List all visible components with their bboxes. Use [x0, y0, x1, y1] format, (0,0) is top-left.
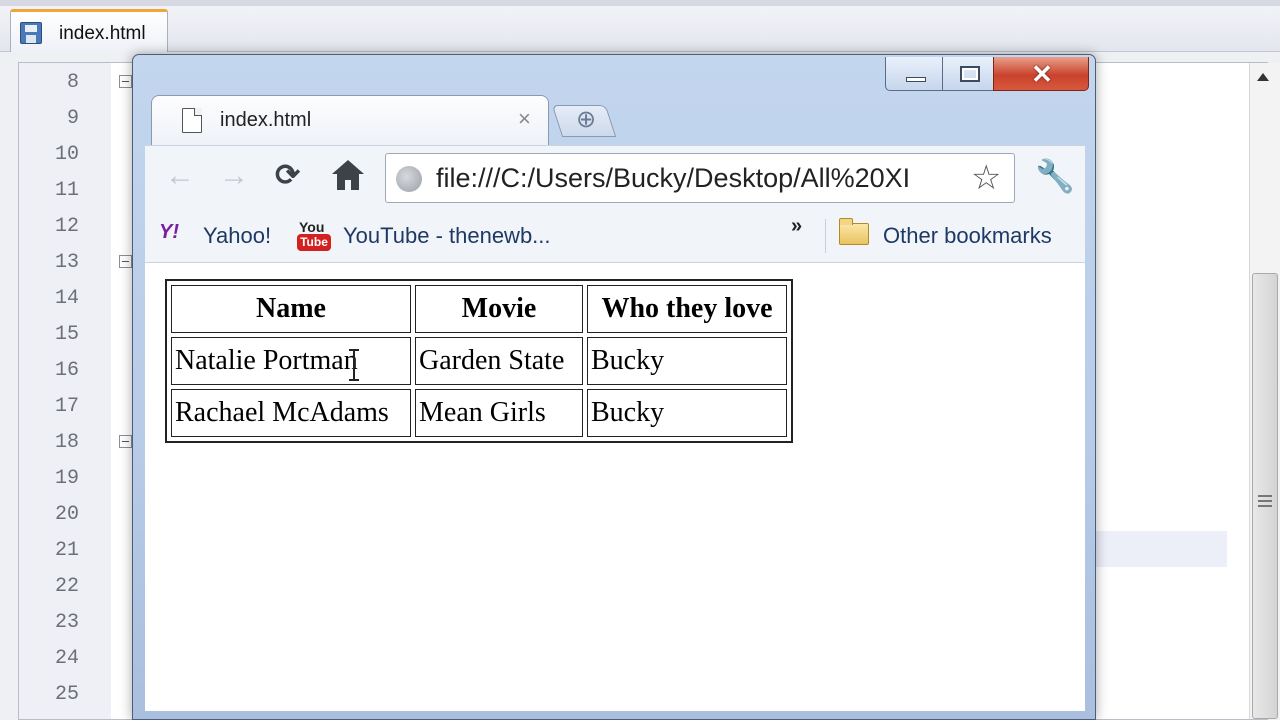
scrollbar-grip-icon	[1258, 495, 1272, 507]
globe-icon	[396, 166, 422, 192]
maximize-icon	[960, 66, 980, 82]
line-number: 24	[54, 647, 79, 670]
line-number-gutter: 8 9 10 11 12 13 14 15 16 17 18 19 20 21 …	[19, 63, 111, 719]
column-header-name: Name	[171, 285, 411, 333]
bookmarks-separator	[825, 219, 826, 253]
fold-toggle[interactable]	[119, 255, 132, 268]
table-header-row: Name Movie Who they love	[171, 285, 787, 333]
url-text[interactable]: file:///C:/Users/Bucky/Desktop/All%20XI	[436, 163, 966, 194]
new-tab-plus-icon[interactable]: ⊕	[573, 107, 599, 133]
data-table: Name Movie Who they love Natalie Portman…	[165, 279, 793, 443]
table-cell: Mean Girls	[415, 389, 583, 437]
column-header-who-they-love: Who they love	[587, 285, 787, 333]
line-number: 11	[54, 179, 79, 202]
minimize-icon	[906, 77, 926, 82]
line-number: 9	[66, 107, 79, 130]
star-icon[interactable]: ☆	[971, 158, 1001, 198]
line-number: 22	[54, 575, 79, 598]
fold-toggle[interactable]	[119, 75, 132, 88]
table-cell: Garden State	[415, 337, 583, 385]
wrench-icon[interactable]: 🔧	[1035, 154, 1075, 198]
youtube-icon: You Tube	[297, 219, 331, 251]
browser-toolbar: ← → ⟳ file:///C:/Users/Bucky/Desktop/All…	[145, 145, 1085, 209]
line-number: 14	[54, 287, 79, 310]
close-window-button[interactable]: ✕	[993, 57, 1089, 91]
line-number: 20	[54, 503, 79, 526]
back-arrow-icon[interactable]: ←	[165, 156, 195, 196]
other-bookmarks-button[interactable]: Other bookmarks	[883, 223, 1052, 249]
editor-tab-label: index.html	[59, 23, 146, 44]
forward-arrow-icon[interactable]: →	[219, 156, 249, 196]
bookmarks-bar: Y! Yahoo! You Tube YouTube - thenewb... …	[145, 209, 1085, 263]
table-row: Rachael McAdams Mean Girls Bucky	[171, 389, 787, 437]
maximize-button[interactable]	[942, 57, 994, 91]
reload-icon[interactable]: ⟳	[275, 156, 300, 196]
line-number: 10	[54, 143, 79, 166]
line-number: 21	[54, 539, 79, 562]
page-viewport: Name Movie Who they love Natalie Portman…	[145, 263, 1085, 711]
current-line-highlight	[1089, 531, 1227, 567]
line-number: 18	[54, 431, 79, 454]
editor-tab-index-html[interactable]: index.html	[10, 9, 168, 52]
close-icon: ✕	[1031, 59, 1053, 89]
line-number: 16	[54, 359, 79, 382]
yahoo-icon: Y!	[159, 221, 179, 243]
tab-label: index.html	[220, 109, 312, 131]
address-bar[interactable]: file:///C:/Users/Bucky/Desktop/All%20XI …	[385, 153, 1015, 203]
bookmarks-overflow-icon[interactable]: »	[791, 215, 802, 238]
table-cell: Rachael McAdams	[171, 389, 411, 437]
table-cell: Bucky	[587, 389, 787, 437]
bookmark-label: YouTube - thenewb...	[343, 223, 551, 248]
line-number: 8	[66, 71, 79, 94]
tab-close-icon[interactable]: ×	[518, 106, 531, 132]
table-row: Natalie Portman Garden State Bucky	[171, 337, 787, 385]
line-number: 12	[54, 215, 79, 238]
window-controls: ✕	[885, 57, 1091, 93]
fold-toggle[interactable]	[119, 435, 132, 448]
page-icon	[182, 108, 202, 133]
save-file-icon	[20, 22, 42, 44]
table-cell: Natalie Portman	[171, 337, 411, 385]
text-cursor-icon	[349, 349, 359, 381]
browser-window: ✕ index.html × ⊕ ← → ⟳ file:///C:/Users/…	[132, 54, 1096, 720]
line-number: 13	[54, 251, 79, 274]
line-number: 19	[54, 467, 79, 490]
scroll-up-arrow-icon[interactable]	[1257, 73, 1269, 81]
folder-icon[interactable]	[839, 218, 869, 245]
line-number: 25	[54, 683, 79, 706]
editor-top-strip	[0, 0, 1280, 6]
column-header-movie: Movie	[415, 285, 583, 333]
editor-tab-bar: index.html	[0, 0, 1280, 52]
browser-tab-index-html[interactable]: index.html ×	[151, 95, 549, 145]
minimize-button[interactable]	[885, 57, 943, 91]
home-icon[interactable]	[331, 160, 365, 194]
line-number: 15	[54, 323, 79, 346]
table-cell: Bucky	[587, 337, 787, 385]
line-number: 23	[54, 611, 79, 634]
line-number: 17	[54, 395, 79, 418]
bookmark-label: Yahoo!	[203, 223, 272, 248]
